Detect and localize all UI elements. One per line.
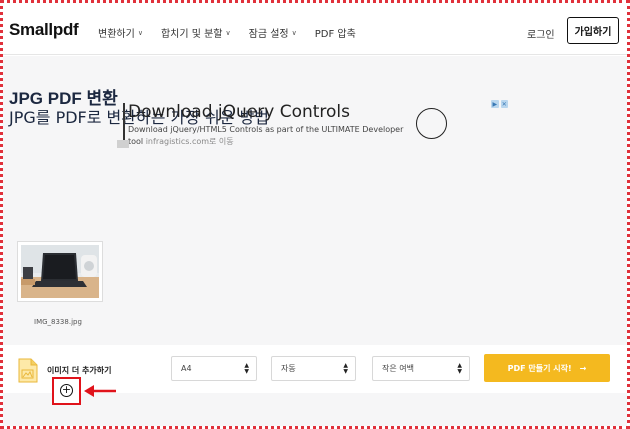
chevron-down-icon: ∨ <box>137 28 143 37</box>
nav-item-merge-split[interactable]: 합치기 및 분할 ∨ <box>160 25 231 41</box>
nav-item-lock[interactable]: 잠금 설정 ∨ <box>248 25 297 41</box>
ad-domain-link[interactable]: infragistics.com로 이동 <box>146 137 234 146</box>
orientation-value: 자동 <box>281 364 296 373</box>
add-more-images-link[interactable]: 이미지 더 추가하기 <box>47 365 111 376</box>
ad-info-icon[interactable]: ▶ <box>491 100 499 108</box>
nav-item-label: PDF 압축 <box>314 29 356 40</box>
file-name: IMG_8338.jpg <box>34 318 82 326</box>
create-pdf-button[interactable]: PDF 만들기 시작! → <box>484 354 610 382</box>
ad-choices[interactable]: ▶ ✕ <box>491 100 508 109</box>
ad-tag <box>117 140 129 148</box>
ad-circle-button[interactable] <box>416 108 447 139</box>
create-pdf-label: PDF 만들기 시작! <box>507 363 572 373</box>
close-icon[interactable]: ✕ <box>500 100 508 108</box>
nav-item-label: 합치기 및 분할 <box>160 29 223 40</box>
signup-button[interactable]: 가입하기 <box>567 17 619 44</box>
ad-description: Download jQuery/HTML5 Controls as part o… <box>128 125 404 134</box>
smallpdf-logo[interactable]: Smallpdf <box>9 20 79 40</box>
margin-select[interactable]: 작은 여백 ▲ ▼ <box>372 356 470 381</box>
ad-desc-prefix: tool <box>128 137 144 146</box>
nav-item-compress[interactable]: PDF 압축 <box>315 25 356 40</box>
laptop-photo-image <box>21 245 99 298</box>
ad-description-line2: tool infragistics.com로 이동 <box>128 136 234 147</box>
nav-item-convert[interactable]: 변환하기 ∨ <box>98 25 143 41</box>
file-list-area: IMG_8338.jpg <box>3 215 627 345</box>
ad-title[interactable]: Download jQuery Controls <box>128 102 350 122</box>
main-nav: 변환하기 ∨ 합치기 및 분할 ∨ 잠금 설정 ∨ PDF 압축 <box>98 25 356 41</box>
chevron-down-icon: ∨ <box>291 28 297 37</box>
arrow-right-icon: → <box>579 363 587 373</box>
nav-item-label: 변환하기 <box>98 29 135 40</box>
select-arrows-icon: ▲ ▼ <box>457 362 462 375</box>
top-header: Smallpdf 변환하기 ∨ 합치기 및 분할 ∨ 잠금 설정 ∨ PDF 압… <box>3 3 627 55</box>
file-thumbnail[interactable] <box>17 241 103 302</box>
annotation-arrow-icon <box>84 385 116 397</box>
image-file-icon <box>18 358 38 383</box>
annotation-highlight-box: + <box>52 377 81 405</box>
orientation-select[interactable]: 자동 ▲ ▼ <box>271 356 356 381</box>
margin-value: 작은 여백 <box>382 364 414 373</box>
login-link[interactable]: 로그인 <box>527 26 555 41</box>
page-size-value: A4 <box>181 364 192 373</box>
page-size-select[interactable]: A4 ▲ ▼ <box>171 356 257 381</box>
add-circle-icon[interactable]: + <box>60 384 73 397</box>
chevron-down-icon: ∨ <box>225 28 231 37</box>
ad-banner[interactable]: Download jQuery Controls Download jQuery… <box>117 100 509 148</box>
select-arrows-icon: ▲ ▼ <box>244 362 249 375</box>
nav-item-label: 잠금 설정 <box>248 29 289 40</box>
ad-divider <box>123 103 125 143</box>
select-arrows-icon: ▲ ▼ <box>343 362 348 375</box>
